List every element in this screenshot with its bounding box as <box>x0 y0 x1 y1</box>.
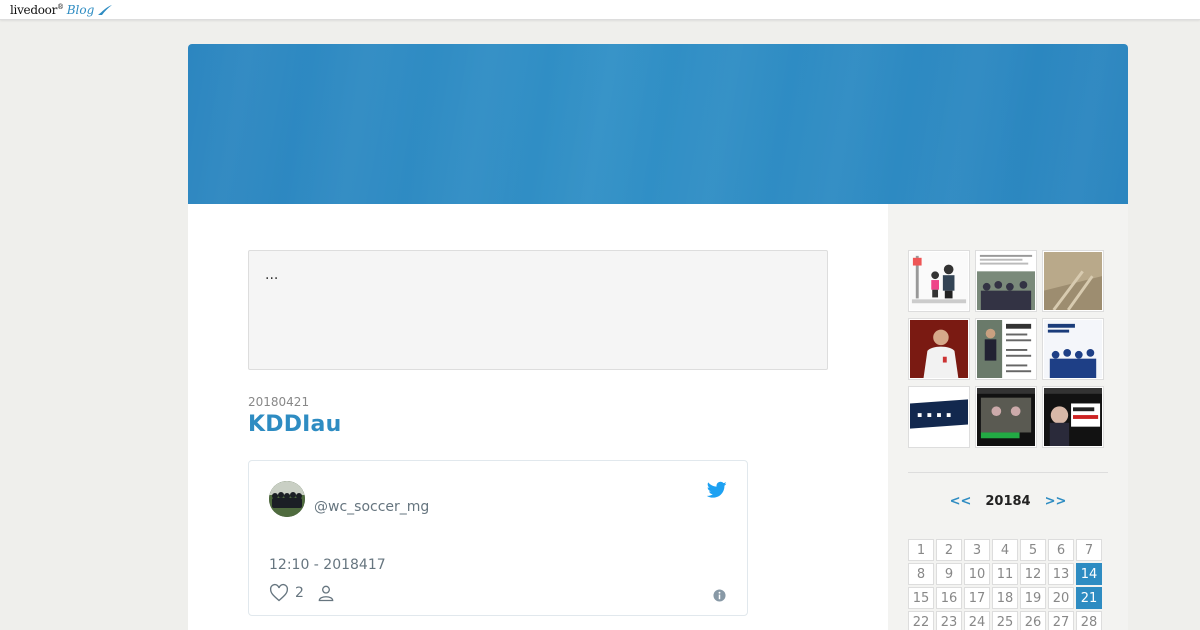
notice-box: ... <box>248 250 828 370</box>
calendar-day: 11 <box>992 563 1018 585</box>
calendar-day: 3 <box>964 539 990 561</box>
calendar-day: 25 <box>992 611 1018 630</box>
thumbnail-9[interactable] <box>1042 386 1104 448</box>
tweet-handle[interactable]: @wc_soccer_mg <box>314 499 429 515</box>
team-poster-icon <box>1044 320 1102 378</box>
calendar-day: 12 <box>1020 563 1046 585</box>
sidebar-divider <box>908 472 1108 473</box>
blue-banner-icon <box>910 388 968 446</box>
logo-blog-text: Blog <box>66 3 95 17</box>
calendar-next-month[interactable]: >> <box>1045 494 1067 509</box>
calendar-day: 2 <box>936 539 962 561</box>
person-icon[interactable] <box>316 583 336 603</box>
tv-caption-icon <box>1044 388 1102 446</box>
news-crowd-photo-icon <box>977 252 1035 310</box>
sepia-street-photo-icon <box>1044 252 1102 310</box>
calendar-prev-month[interactable]: << <box>950 494 972 509</box>
calendar-day: 18 <box>992 587 1018 609</box>
calendar-day: 10 <box>964 563 990 585</box>
calendar-day: 16 <box>936 587 962 609</box>
calendar-grid: 1 2 3 4 5 6 7 8 9 10 11 12 13 14 15 16 1… <box>908 539 1108 630</box>
livedoor-blog-logo[interactable]: livedoor ® Blog <box>10 1 113 19</box>
calendar-day: 6 <box>1048 539 1074 561</box>
like-count: 2 <box>295 585 304 601</box>
pool-schedule-icon <box>977 320 1035 378</box>
team-photo-icon <box>269 481 305 517</box>
info-icon[interactable] <box>713 589 726 602</box>
calendar-day: 17 <box>964 587 990 609</box>
calendar-day: 24 <box>964 611 990 630</box>
calendar-day: 1 <box>908 539 934 561</box>
calendar-day: 28 <box>1076 611 1102 630</box>
embedded-tweet: @wc_soccer_mg 12:10 - 2018417 2 <box>248 460 748 616</box>
calendar-day: 13 <box>1048 563 1074 585</box>
recent-posts-thumbnails <box>908 250 1104 448</box>
thumbnail-5[interactable] <box>975 318 1037 380</box>
illustration-people-icon <box>910 252 968 310</box>
thumbnail-1[interactable] <box>908 250 970 312</box>
thumbnail-6[interactable] <box>1042 318 1104 380</box>
video-panel-icon <box>977 388 1035 446</box>
thumbnail-2[interactable] <box>975 250 1037 312</box>
logo-registered-mark: ® <box>57 3 64 11</box>
thumbnail-3[interactable] <box>1042 250 1104 312</box>
thumbnail-8[interactable] <box>975 386 1037 448</box>
tweet-timestamp[interactable]: 12:10 - 2018417 <box>269 557 386 573</box>
main-content: ... 20180421 KDDIau @wc_soccer_mg 12:10 … <box>188 204 888 630</box>
sidebar: << 20184 >> 1 2 3 4 5 6 7 8 9 10 11 12 1… <box>888 204 1128 630</box>
calendar-day: 27 <box>1048 611 1074 630</box>
calendar-title: 20184 <box>985 494 1031 509</box>
calendar-day: 26 <box>1020 611 1046 630</box>
calendar-nav: << 20184 >> <box>908 494 1108 509</box>
calendar-day: 4 <box>992 539 1018 561</box>
tweet-avatar[interactable] <box>269 481 305 517</box>
thumbnail-4[interactable] <box>908 318 970 380</box>
post-title-link[interactable]: KDDIau <box>248 412 848 437</box>
header-texture <box>188 44 1128 204</box>
calendar-day: 7 <box>1076 539 1102 561</box>
calendar-day: 8 <box>908 563 934 585</box>
tweet-actions: 2 <box>269 583 336 603</box>
soccer-player-photo-icon <box>910 320 968 378</box>
calendar-day: 23 <box>936 611 962 630</box>
notice-text: ... <box>265 267 279 283</box>
blog-header-banner <box>188 44 1128 204</box>
bird-wing-icon <box>98 5 113 15</box>
calendar-day: 20 <box>1048 587 1074 609</box>
thumbnail-7[interactable] <box>908 386 970 448</box>
twitter-bird-icon[interactable] <box>707 481 727 499</box>
logo-livedoor-text: livedoor <box>10 3 58 17</box>
heart-icon[interactable] <box>269 583 289 603</box>
calendar-day-link[interactable]: 14 <box>1076 563 1102 585</box>
calendar-day: 19 <box>1020 587 1046 609</box>
calendar-day: 22 <box>908 611 934 630</box>
calendar-day: 9 <box>936 563 962 585</box>
calendar-day: 5 <box>1020 539 1046 561</box>
post-date: 20180421 <box>248 395 310 409</box>
top-bar: livedoor ® Blog <box>0 0 1200 20</box>
calendar-day-link[interactable]: 21 <box>1076 587 1102 609</box>
calendar-day: 15 <box>908 587 934 609</box>
